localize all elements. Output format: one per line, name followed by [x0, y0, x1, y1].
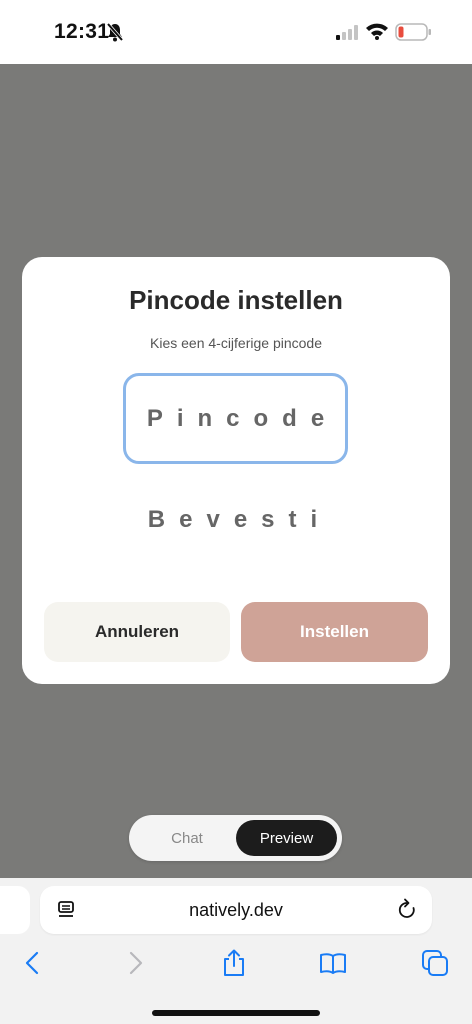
browser-toolbar: natively.dev [0, 878, 472, 1024]
chat-tab[interactable]: Chat [137, 819, 237, 857]
wifi-icon [366, 23, 388, 40]
pincode-dialog: Pincode instellen Kies een 4-cijferige p… [22, 257, 450, 684]
url-text: natively.dev [189, 900, 283, 920]
status-bar: 12:31 [0, 0, 472, 64]
tabs-icon[interactable] [420, 948, 450, 978]
dialog-title: Pincode instellen [129, 285, 343, 315]
signal-icon [336, 25, 358, 40]
status-time: 12:31 [54, 20, 110, 43]
back-icon[interactable] [18, 948, 48, 978]
battery-icon [395, 23, 431, 41]
home-indicator[interactable] [152, 1010, 320, 1016]
pincode-input[interactable] [126, 404, 345, 433]
address-bar[interactable]: natively.dev [40, 886, 432, 934]
bookmarks-icon[interactable] [318, 948, 348, 978]
forward-icon[interactable] [120, 948, 150, 978]
pincode-field[interactable] [123, 373, 348, 464]
cancel-button[interactable]: Annuleren [44, 602, 230, 662]
chat-preview-toggle: Chat Preview [129, 815, 342, 861]
set-pincode-button[interactable]: Instellen [241, 602, 428, 662]
confirm-pincode-field[interactable] [123, 482, 348, 558]
dialog-subtitle: Kies een 4-cijferige pincode [150, 335, 322, 351]
confirm-pincode-input[interactable] [123, 506, 348, 534]
share-icon[interactable] [219, 948, 249, 978]
reload-icon[interactable] [396, 898, 418, 922]
preview-tab[interactable]: Preview [236, 820, 337, 856]
previous-tab-preview[interactable] [0, 886, 30, 934]
bell-slash-icon [106, 22, 124, 42]
